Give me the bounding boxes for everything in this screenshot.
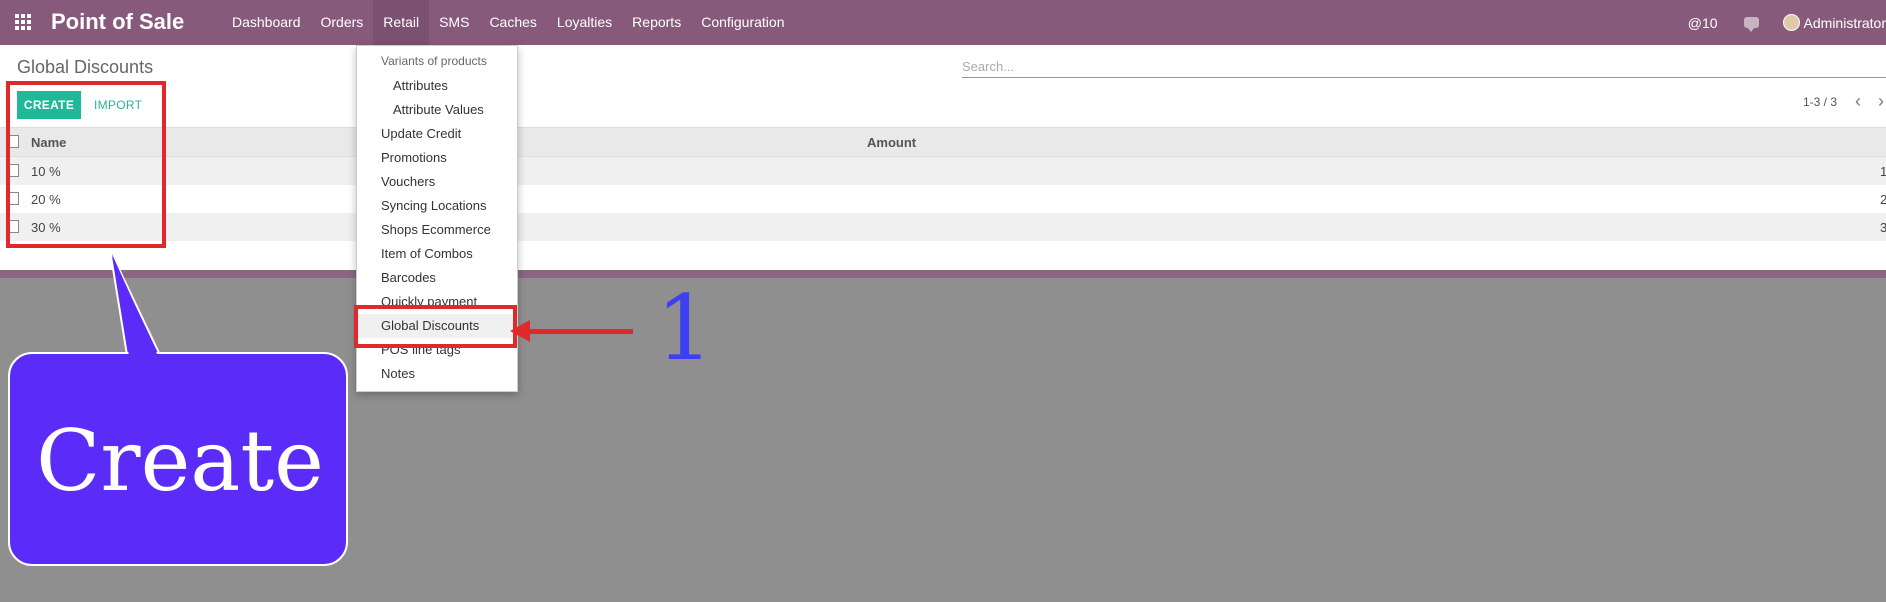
table-row[interactable]: 30 % 3 (0, 213, 1886, 241)
highlight-box-global-discounts (354, 305, 517, 348)
row-amount: 3 (1880, 220, 1886, 235)
annotation-arrow-line (525, 329, 633, 334)
menu-reports[interactable]: Reports (622, 0, 691, 45)
top-navbar: Point of Sale Dashboard Orders Retail SM… (0, 0, 1886, 45)
control-panel: Global Discounts CREATE IMPORT 1-3 / 3 ‹… (0, 45, 1886, 128)
dropdown-item-attributes[interactable]: Attributes (393, 74, 448, 98)
search-input[interactable] (962, 55, 1886, 78)
row-amount: 2 (1880, 192, 1886, 207)
divider-band (0, 270, 1886, 278)
dropdown-item-barcodes[interactable]: Barcodes (381, 266, 436, 290)
activity-counter[interactable]: @10 (1688, 15, 1718, 31)
menu-dashboard[interactable]: Dashboard (222, 0, 311, 45)
apps-grid-icon[interactable] (15, 14, 33, 30)
pager-next-icon[interactable]: › (1878, 92, 1884, 110)
arrow-left-icon (510, 320, 530, 342)
main-menu: Dashboard Orders Retail SMS Caches Loyal… (222, 0, 794, 45)
dropdown-item-notes[interactable]: Notes (381, 362, 415, 386)
user-name[interactable]: Administrator (1804, 15, 1886, 31)
highlight-box-create-area (6, 81, 166, 248)
app-title: Point of Sale (51, 9, 185, 34)
menu-orders[interactable]: Orders (311, 0, 374, 45)
callout-text: Create (36, 412, 324, 510)
list-header: Name Amount (0, 128, 1886, 157)
callout-bubble: Create (8, 352, 348, 566)
top-right-systray: @10 Administrator (1688, 0, 1886, 45)
dropdown-header: Variants of products (381, 54, 487, 68)
dropdown-item-attribute-values[interactable]: Attribute Values (393, 98, 484, 122)
page-title: Global Discounts (17, 57, 154, 77)
menu-configuration[interactable]: Configuration (691, 0, 794, 45)
menu-loyalties[interactable]: Loyalties (547, 0, 622, 45)
dropdown-item-update-credit[interactable]: Update Credit (381, 122, 461, 146)
user-avatar[interactable] (1782, 14, 1800, 31)
chat-icon[interactable] (1743, 17, 1759, 32)
step-number: 1 (656, 276, 714, 381)
table-row[interactable]: 20 % 2 (0, 185, 1886, 213)
dropdown-item-syncing-locations[interactable]: Syncing Locations (381, 194, 487, 218)
dropdown-item-vouchers[interactable]: Vouchers (381, 170, 435, 194)
menu-sms[interactable]: SMS (429, 0, 479, 45)
menu-caches[interactable]: Caches (479, 0, 546, 45)
row-amount: 1 (1880, 164, 1886, 179)
pager-previous-icon[interactable]: ‹ (1855, 92, 1861, 110)
dropdown-item-item-of-combos[interactable]: Item of Combos (381, 242, 473, 266)
dropdown-item-promotions[interactable]: Promotions (381, 146, 447, 170)
menu-retail[interactable]: Retail (373, 0, 430, 45)
table-row[interactable]: 10 % 1 (0, 157, 1886, 185)
dropdown-item-shops-ecommerce[interactable]: Shops Ecommerce (381, 218, 491, 242)
pager-value[interactable]: 1-3 / 3 (1803, 95, 1837, 109)
column-header-amount[interactable]: Amount (867, 135, 916, 150)
discount-list: Name Amount 10 % 1 20 % 2 30 % 3 (0, 128, 1886, 270)
